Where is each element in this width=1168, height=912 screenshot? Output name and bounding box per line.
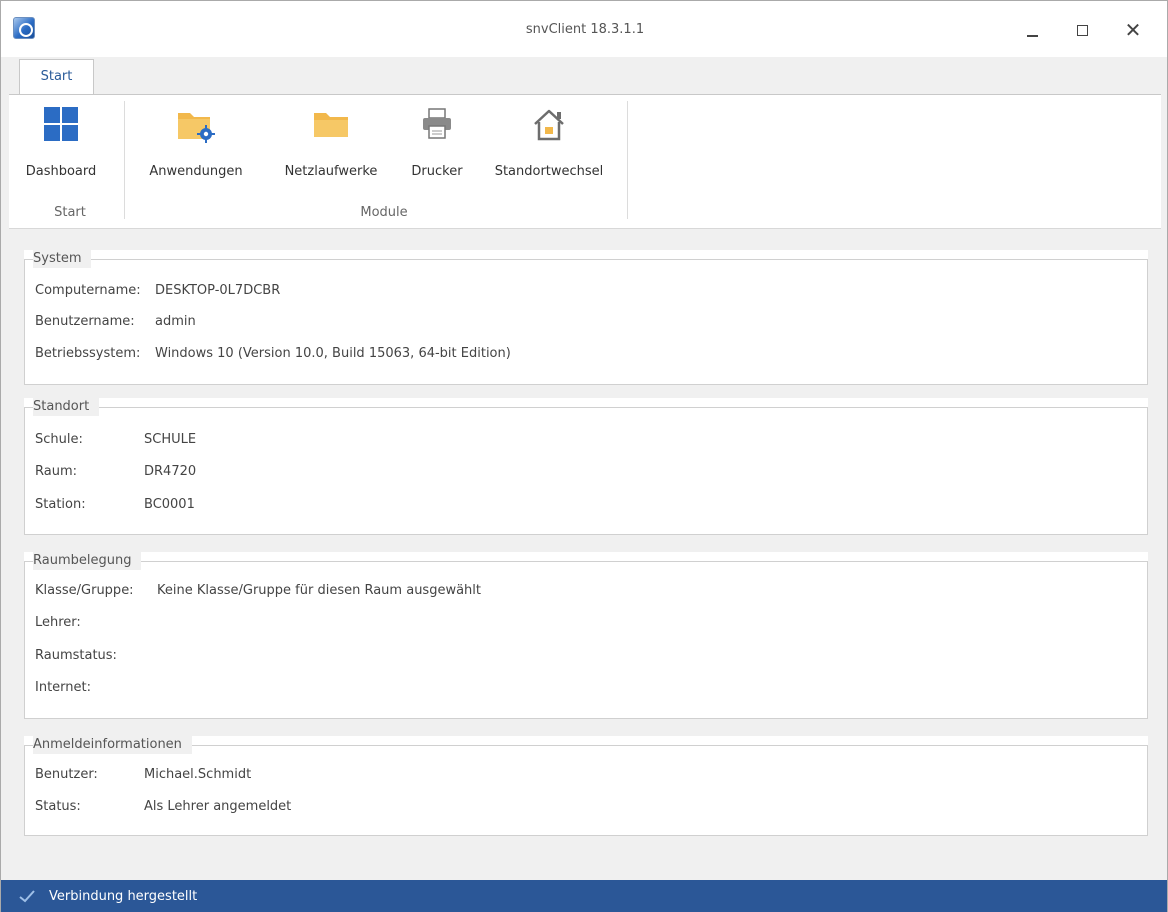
system-row: Betriebssystem: Windows 10 (Version 10.0…: [35, 346, 511, 361]
status-bar: Verbindung hergestellt: [1, 880, 1167, 912]
row-label: Computername:: [35, 283, 141, 298]
system-panel-title: System: [33, 250, 92, 268]
app-window: snvClient 18.3.1.1 ✕ Start Dashboard Anw…: [0, 0, 1168, 912]
anmeldung-row: Status: Als Lehrer angemeldet: [35, 799, 291, 814]
row-label: Betriebssystem:: [35, 346, 141, 361]
raum-value: DR4720: [144, 464, 197, 479]
connection-status-text: Verbindung hergestellt: [49, 889, 198, 904]
system-row: Benutzername: admin: [35, 314, 196, 329]
netzlaufwerke-label: Netzlaufwerke: [284, 164, 378, 179]
ribbon: Dashboard Anwendungen Netzlaufwerke Druc…: [9, 94, 1161, 229]
row-label: Benutzer:: [35, 767, 98, 782]
standort-row: Station: BC0001: [35, 497, 195, 512]
anwendungen-button[interactable]: Anwendungen: [135, 101, 257, 191]
row-label: Raum:: [35, 464, 77, 479]
dashboard-grid-icon: [44, 107, 78, 141]
betriebssystem-value: Windows 10 (Version 10.0, Build 15063, 6…: [155, 346, 511, 361]
netzlaufwerke-button[interactable]: Netzlaufwerke: [267, 101, 395, 191]
status-value: Als Lehrer angemeldet: [144, 799, 292, 814]
station-value: BC0001: [144, 497, 195, 512]
computername-value: DESKTOP-0L7DCBR: [155, 283, 281, 298]
raumbelegung-panel: Raumbelegung Klasse/Gruppe: Keine Klasse…: [24, 552, 1148, 719]
close-button[interactable]: ✕: [1117, 15, 1149, 45]
house-icon: [534, 109, 564, 141]
checkmark-icon: [19, 890, 35, 903]
anwendungen-label: Anwendungen: [149, 164, 243, 179]
group-label-module: Module: [360, 205, 408, 220]
klasse-gruppe-value: Keine Klasse/Gruppe für diesen Raum ausg…: [157, 583, 481, 598]
dashboard-button[interactable]: Dashboard: [15, 101, 107, 191]
drucker-button[interactable]: Drucker: [401, 101, 473, 191]
row-label: Schule:: [35, 432, 83, 447]
close-icon: ✕: [1124, 18, 1142, 42]
standort-row: Raum: DR4720: [35, 464, 196, 479]
system-row: Computername: DESKTOP-0L7DCBR: [35, 283, 280, 298]
minimize-icon: [1026, 34, 1038, 37]
standort-row: Schule: SCHULE: [35, 432, 196, 447]
group-label-start: Start: [54, 205, 86, 220]
drucker-label: Drucker: [411, 164, 463, 179]
ribbon-group-separator: [124, 101, 125, 219]
minimize-button[interactable]: [1016, 15, 1048, 45]
maximize-button[interactable]: [1066, 15, 1098, 45]
tab-start[interactable]: Start: [19, 59, 94, 95]
anmeldeinformationen-panel-title: Anmeldeinformationen: [33, 736, 192, 754]
standort-panel-title: Standort: [33, 398, 100, 416]
row-label: Station:: [35, 497, 86, 512]
window-title: snvClient 18.3.1.1: [525, 22, 645, 37]
schule-value: SCHULE: [144, 432, 197, 447]
row-label: Benutzername:: [35, 314, 135, 329]
row-label: Internet:: [35, 680, 91, 695]
anmeldung-row: Benutzer: Michael.Schmidt: [35, 767, 251, 782]
raumbelegung-panel-title: Raumbelegung: [33, 552, 142, 570]
raumbelegung-row: Raumstatus:: [35, 648, 117, 663]
system-panel: System Computername: DESKTOP-0L7DCBR Ben…: [24, 250, 1148, 385]
standortwechsel-label: Standortwechsel: [494, 164, 604, 179]
maximize-icon: [1076, 25, 1088, 36]
raumbelegung-row: Klasse/Gruppe: Keine Klasse/Gruppe für d…: [35, 583, 481, 598]
raumbelegung-row: Internet:: [35, 680, 91, 695]
raumbelegung-row: Lehrer:: [35, 615, 81, 630]
benutzer-value: Michael.Schmidt: [144, 767, 252, 782]
anmeldeinformationen-panel: Anmeldeinformationen Benutzer: Michael.S…: [24, 736, 1148, 836]
row-label: Klasse/Gruppe:: [35, 583, 134, 598]
row-label: Lehrer:: [35, 615, 81, 630]
folder-icon: [314, 113, 348, 137]
standortwechsel-button[interactable]: Standortwechsel: [481, 101, 617, 191]
benutzername-value: admin: [155, 314, 196, 329]
printer-icon: [423, 108, 451, 139]
dashboard-label: Dashboard: [25, 164, 97, 179]
folder-gear-icon: [178, 113, 215, 143]
ribbon-group-separator: [627, 101, 628, 219]
standort-panel: Standort Schule: SCHULE Raum: DR4720 Sta…: [24, 398, 1148, 535]
row-label: Status:: [35, 799, 81, 814]
row-label: Raumstatus:: [35, 648, 117, 663]
title-bar[interactable]: snvClient 18.3.1.1 ✕: [1, 1, 1167, 57]
